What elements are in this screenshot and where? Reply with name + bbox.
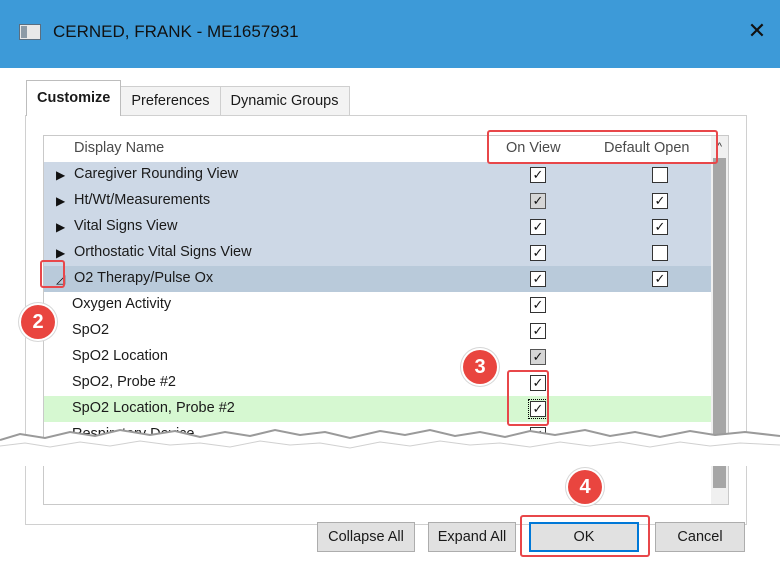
default-open-checkbox[interactable]: ✓ [652,193,668,209]
tab-strip: Customize Preferences Dynamic Groups [26,80,350,116]
default-open-checkbox[interactable] [652,167,668,183]
section-row[interactable]: SpO2 Location, Probe #2 ✓ [44,396,712,422]
close-button[interactable]: ✕ [742,16,772,46]
customize-dialog: CERNED, FRANK - ME1657931 ✕ Customize Pr… [0,0,780,565]
on-view-checkbox[interactable]: ✓ [530,219,546,235]
row-label: SpO2, Probe #2 [72,374,176,390]
cancel-button[interactable]: Cancel [655,522,745,552]
tab-preferences[interactable]: Preferences [120,86,221,116]
column-header-display-name[interactable]: Display Name [74,140,164,156]
band-row[interactable]: ▶ Ht/Wt/Measurements ✓ ✓ [44,188,712,214]
row-label: SpO2 [72,322,110,338]
section-row[interactable]: SpO2, Probe #2 ✓ [44,370,712,396]
expand-all-button[interactable]: Expand All [428,522,516,552]
collapsed-triangle-icon[interactable]: ▶ [56,193,70,209]
band-row[interactable]: ◿ O2 Therapy/Pulse Ox ✓ ✓ [44,266,712,292]
on-view-checkbox[interactable]: ✓ [530,167,546,183]
on-view-checkbox[interactable]: ✓ [530,349,546,365]
step-badge-4: 4 [568,470,602,504]
on-view-checkbox[interactable]: ✓ [530,297,546,313]
window-title: CERNED, FRANK - ME1657931 [53,22,299,41]
window-app-icon [19,24,41,40]
row-label: Caregiver Rounding View [74,166,239,182]
callout-box-columns [487,130,718,164]
on-view-checkbox[interactable]: ✓ [530,323,546,339]
step-badge-3: 3 [463,350,497,384]
band-row[interactable]: ▶ Orthostatic Vital Signs View ✓ [44,240,712,266]
row-label: SpO2 Location, Probe #2 [72,400,235,416]
collapsed-triangle-icon[interactable]: ▶ [56,219,70,235]
tab-customize[interactable]: Customize [26,80,122,116]
section-row[interactable]: SpO2 ✓ [44,318,712,344]
section-row[interactable]: Oxygen Activity ✓ [44,292,712,318]
row-label: Oxygen Activity [72,296,172,312]
grid-rows: ▶ Caregiver Rounding View ✓ ▶ Ht/Wt/Measurem… [44,162,712,448]
step-badge-2: 2 [21,305,55,339]
band-row[interactable]: ▶ Caregiver Rounding View ✓ [44,162,712,188]
section-row[interactable]: SpO2 Location ✓ [44,344,712,370]
row-label: O2 Therapy/Pulse Ox [74,270,214,286]
default-open-checkbox[interactable] [652,245,668,261]
torn-edge-graphic [0,428,780,466]
collapsed-triangle-icon[interactable]: ▶ [56,245,70,261]
on-view-checkbox[interactable]: ✓ [530,271,546,287]
callout-box-checkbox [507,370,549,426]
row-label: Ht/Wt/Measurements [74,192,211,208]
band-row[interactable]: ▶ Vital Signs View ✓ ✓ [44,214,712,240]
collapsed-triangle-icon[interactable]: ▶ [56,167,70,183]
row-label: SpO2 Location [72,348,168,364]
tab-dynamic-groups[interactable]: Dynamic Groups [219,86,350,116]
on-view-checkbox[interactable]: ✓ [530,193,546,209]
callout-box-ok [520,515,650,557]
row-label: Orthostatic Vital Signs View [74,244,252,260]
on-view-checkbox[interactable]: ✓ [530,245,546,261]
default-open-checkbox[interactable]: ✓ [652,271,668,287]
callout-box-expander [40,260,65,288]
default-open-checkbox[interactable]: ✓ [652,219,668,235]
collapse-all-button[interactable]: Collapse All [317,522,415,552]
title-bar[interactable]: CERNED, FRANK - ME1657931 ✕ [0,0,780,68]
row-label: Vital Signs View [74,218,178,234]
